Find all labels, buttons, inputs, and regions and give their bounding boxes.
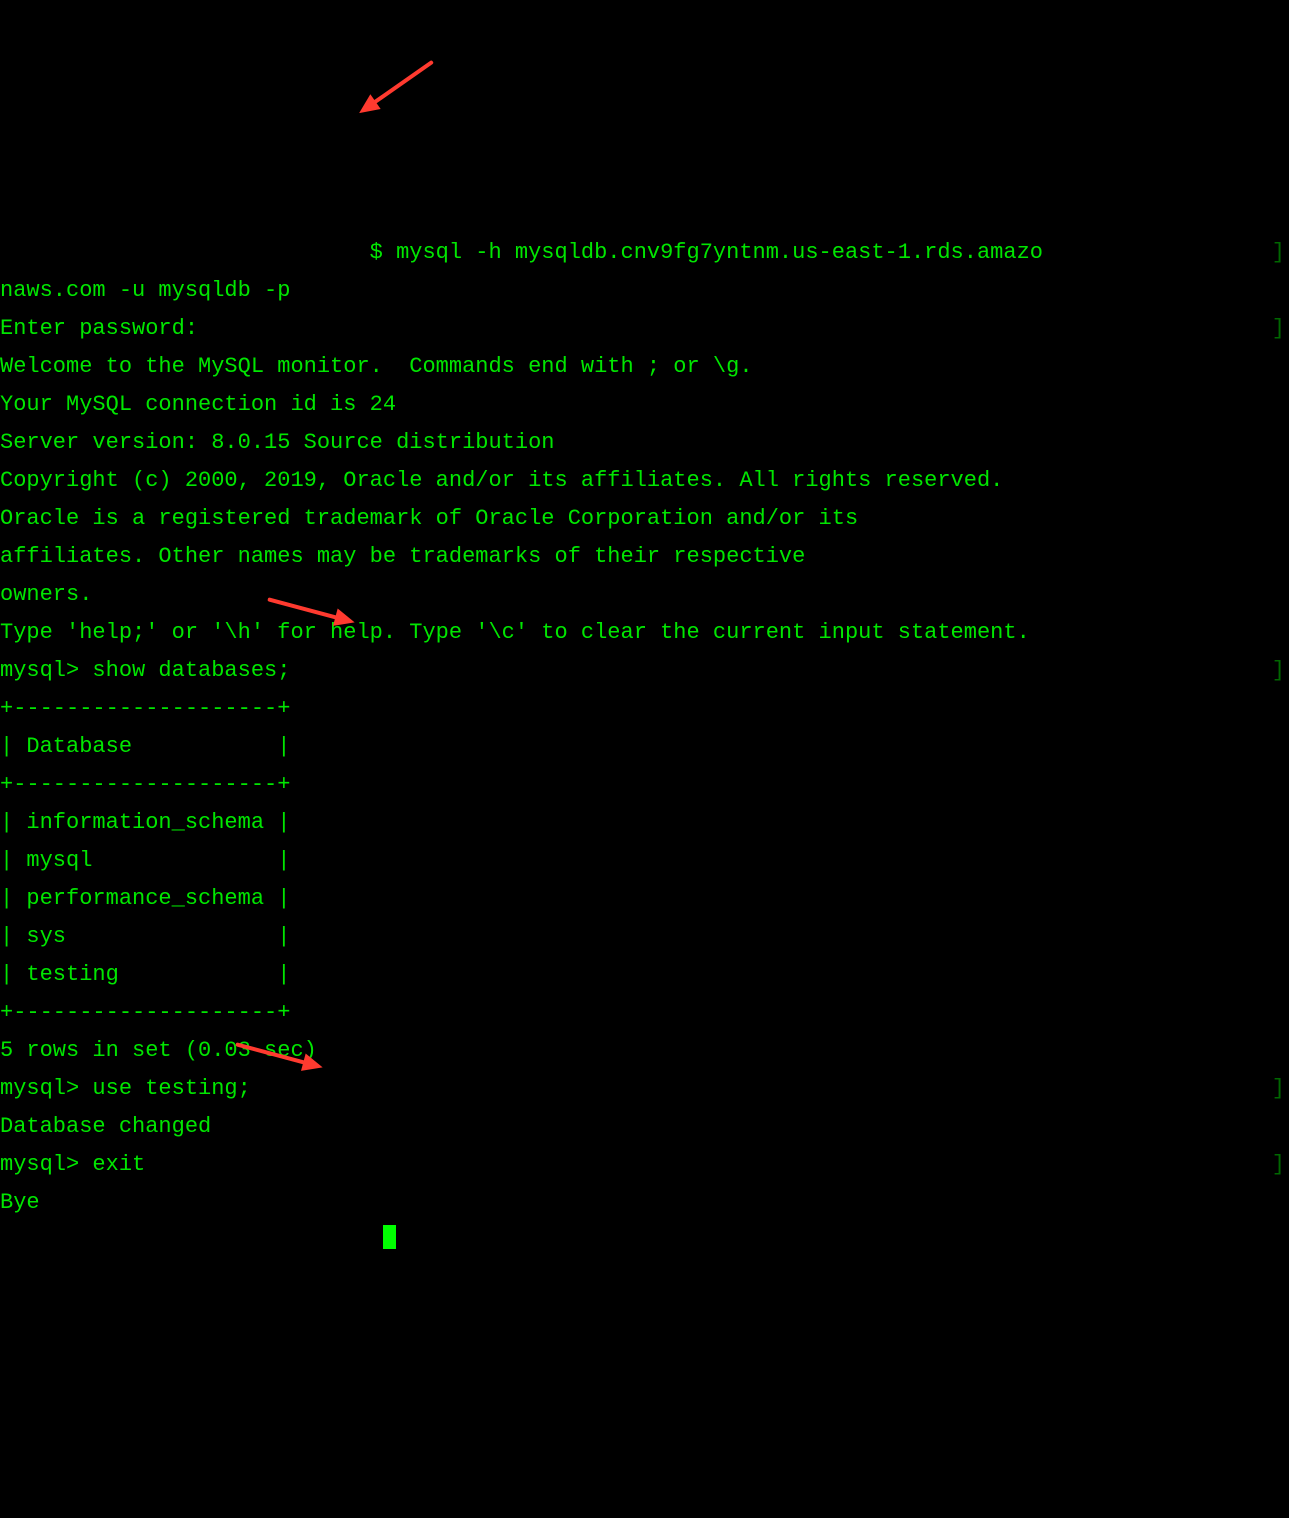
- terminal-line: affiliates. Other names may be trademark…: [0, 538, 1289, 576]
- terminal-line: | performance_schema |: [0, 880, 1289, 918]
- right-bracket: ]: [1272, 310, 1285, 348]
- right-bracket: ]: [1272, 1146, 1285, 1184]
- right-bracket: ]: [1272, 1070, 1285, 1108]
- cursor-line: [0, 1222, 1289, 1260]
- terminal-line: Your MySQL connection id is 24: [0, 386, 1289, 424]
- terminal-line: 5 rows in set (0.03 sec): [0, 1032, 1289, 1070]
- terminal-line: Bye: [0, 1184, 1289, 1222]
- right-bracket: ]: [1272, 234, 1285, 272]
- terminal-line: | information_schema |: [0, 804, 1289, 842]
- terminal-line: | sys |: [0, 918, 1289, 956]
- terminal-line: +--------------------+: [0, 690, 1289, 728]
- terminal-line: Type 'help;' or '\h' for help. Type '\c'…: [0, 614, 1289, 652]
- terminal-line: Server version: 8.0.15 Source distributi…: [0, 424, 1289, 462]
- terminal-line: Oracle is a registered trademark of Orac…: [0, 500, 1289, 538]
- terminal-line: naws.com -u mysqldb -p: [0, 272, 1289, 310]
- terminal-line: +--------------------+: [0, 994, 1289, 1032]
- terminal-line: +--------------------+: [0, 766, 1289, 804]
- terminal-line: | mysql |: [0, 842, 1289, 880]
- terminal-line: Enter password:]: [0, 310, 1289, 348]
- terminal-line: | testing |: [0, 956, 1289, 994]
- terminal-line: mysql> show databases;]: [0, 652, 1289, 690]
- terminal-line: owners.: [0, 576, 1289, 614]
- right-bracket: ]: [1272, 652, 1285, 690]
- terminal-line: mysql> exit]: [0, 1146, 1289, 1184]
- arrow-1-icon: [351, 50, 449, 136]
- terminal-line: Copyright (c) 2000, 2019, Oracle and/or …: [0, 462, 1289, 500]
- terminal-line: Welcome to the MySQL monitor. Commands e…: [0, 348, 1289, 386]
- terminal[interactable]: $ mysql -h mysqldb.cnv9fg7yntnm.us-east-…: [0, 190, 1289, 1260]
- terminal-line: $ mysql -h mysqldb.cnv9fg7yntnm.us-east-…: [0, 234, 1289, 272]
- terminal-line: mysql> use testing;]: [0, 1070, 1289, 1108]
- terminal-line: | Database |: [0, 728, 1289, 766]
- cursor: [383, 1225, 396, 1249]
- terminal-line: Database changed: [0, 1108, 1289, 1146]
